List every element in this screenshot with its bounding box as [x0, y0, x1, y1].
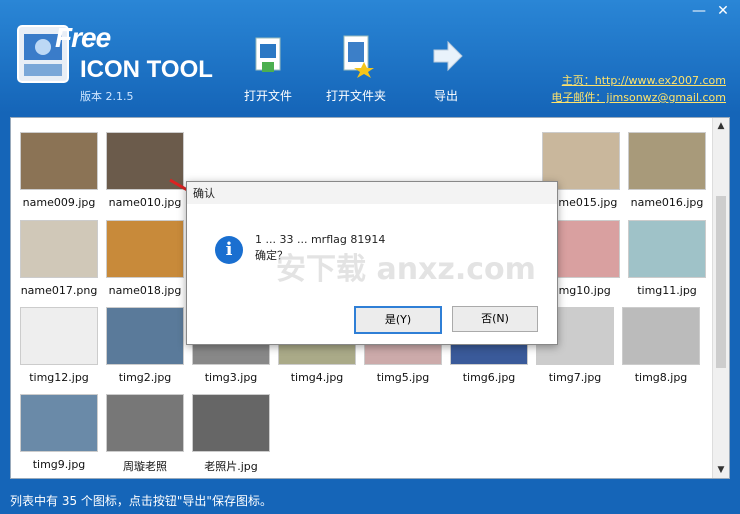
thumbnail-item[interactable]: timg9.jpg	[16, 394, 102, 471]
thumbnail-item[interactable]: timg11.jpg	[624, 220, 710, 297]
open-file-icon	[255, 37, 281, 72]
scroll-up-arrow-icon[interactable]: ▲	[713, 118, 729, 134]
vertical-scrollbar[interactable]: ▲ ▼	[712, 118, 729, 478]
logo-free-text: Free	[55, 22, 111, 53]
thumbnail-image	[20, 307, 98, 365]
thumbnail-caption: name017.png	[20, 284, 98, 297]
thumbnail-caption: name018.jpg	[108, 284, 182, 297]
thumbnail-image	[20, 132, 98, 190]
thumbnail-caption: timg6.jpg	[462, 371, 516, 384]
thumbnail-image	[106, 220, 184, 278]
export-label: 导出	[433, 89, 458, 103]
thumbnail-caption: 周璇老照	[123, 460, 167, 473]
open-folder-button[interactable]: 打开文件夹	[316, 34, 396, 104]
info-icon: i	[215, 236, 243, 264]
export-arrow-icon	[433, 40, 463, 72]
open-file-button[interactable]: 打开文件	[228, 34, 308, 104]
header-bar: — ✕ Free ICON TOOL 版本 2.1.5 打开文件 打开文件夹 导	[0, 0, 740, 113]
thumbnail-image	[106, 132, 184, 190]
thumbnail-caption: name009.jpg	[22, 196, 96, 209]
thumbnail-caption: timg7.jpg	[548, 371, 602, 384]
export-button[interactable]: 导出	[406, 34, 486, 104]
thumbnail-image	[106, 307, 184, 365]
dialog-titlebar	[187, 182, 557, 204]
thumbnail-item[interactable]: name010.jpg	[102, 132, 188, 209]
thumbnail-item[interactable]: 老照片.jpg	[188, 394, 274, 474]
thumbnail-image	[628, 220, 706, 278]
thumbnail-caption: timg4.jpg	[290, 371, 344, 384]
thumbnail-item[interactable]: 周璇老照	[102, 394, 188, 474]
homepage-link[interactable]: 主页：http://www.ex2007.com	[551, 72, 726, 89]
thumbnail-item[interactable]: name018.jpg	[102, 220, 188, 297]
scroll-down-arrow-icon[interactable]: ▼	[713, 462, 729, 478]
close-button[interactable]: ✕	[712, 2, 734, 20]
version-label: 版本 2.1.5	[80, 90, 134, 103]
minimize-button[interactable]: —	[688, 2, 710, 20]
thumbnail-caption: timg12.jpg	[29, 371, 89, 384]
thumbnail-caption: timg11.jpg	[637, 284, 697, 297]
thumbnail-item[interactable]: name017.png	[16, 220, 102, 297]
scroll-thumb[interactable]	[716, 196, 726, 368]
thumbnail-caption: timg8.jpg	[634, 371, 688, 384]
open-folder-label: 打开文件夹	[325, 89, 386, 103]
logo-title: ICON TOOL	[80, 56, 213, 83]
thumbnail-caption: 老照片.jpg	[204, 460, 258, 473]
open-folder-icon	[343, 35, 374, 78]
thumbnail-image	[628, 132, 706, 190]
thumbnail-image	[20, 394, 98, 452]
watermark-text: 安下载 anxz.com	[276, 252, 536, 287]
yes-button[interactable]: 是(Y)	[354, 306, 442, 334]
thumbnail-item[interactable]: name016.jpg	[624, 132, 710, 209]
links-area: 主页：http://www.ex2007.com 电子邮件：jimsonwz@g…	[551, 72, 726, 106]
email-link[interactable]: 电子邮件：jimsonwz@gmail.com	[551, 89, 726, 106]
thumbnail-caption: timg9.jpg	[32, 458, 86, 471]
status-bar: 列表中有 35 个图标，点击按钮"导出"保存图标。	[10, 494, 272, 508]
thumbnail-image	[192, 394, 270, 452]
dialog-title: 确认	[193, 187, 215, 200]
thumbnail-caption: timg5.jpg	[376, 371, 430, 384]
no-button[interactable]: 否(N)	[452, 306, 538, 332]
open-file-label: 打开文件	[243, 89, 292, 103]
thumbnail-image	[20, 220, 98, 278]
thumbnail-caption: timg2.jpg	[118, 371, 172, 384]
thumbnail-image	[106, 394, 184, 452]
thumbnail-caption: timg3.jpg	[204, 371, 258, 384]
thumbnail-image	[622, 307, 700, 365]
thumbnail-item[interactable]: timg12.jpg	[16, 307, 102, 384]
thumbnail-caption: name010.jpg	[108, 196, 182, 209]
thumbnail-item[interactable]: timg8.jpg	[618, 307, 704, 384]
thumbnail-caption: name016.jpg	[630, 196, 704, 209]
thumbnail-item[interactable]: timg2.jpg	[102, 307, 188, 384]
thumbnail-item[interactable]: name009.jpg	[16, 132, 102, 209]
